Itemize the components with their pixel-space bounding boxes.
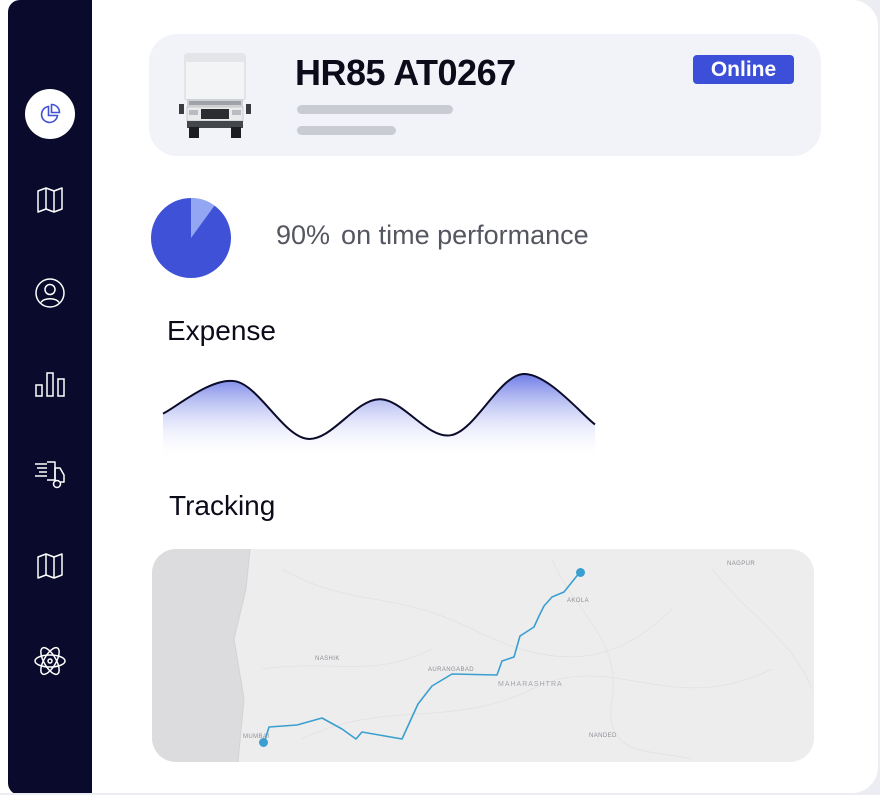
atom-icon bbox=[33, 644, 67, 678]
performance-pie bbox=[151, 198, 231, 278]
map-canvas bbox=[152, 549, 813, 762]
map-label-nashik: NASHIK bbox=[315, 656, 340, 662]
vehicle-plate: HR85 AT0267 bbox=[295, 52, 516, 93]
active-indicator bbox=[25, 89, 75, 139]
map-label-akola: AKOLA bbox=[567, 598, 590, 604]
bar-chart-icon bbox=[34, 370, 66, 398]
delivery-truck-icon bbox=[33, 458, 67, 490]
truck-image bbox=[179, 52, 251, 143]
expense-title: Expense bbox=[167, 315, 276, 346]
tracking-title: Tracking bbox=[169, 490, 276, 521]
vehicle-card[interactable]: HR85 AT0267 Online bbox=[149, 34, 821, 156]
route-end-marker[interactable] bbox=[576, 568, 585, 577]
sidebar-item-reports[interactable] bbox=[8, 356, 92, 412]
map-label-maharashtra: MAHARASHTRA bbox=[498, 681, 563, 688]
placeholder-line bbox=[297, 105, 453, 114]
performance-value: 90% bbox=[276, 220, 331, 250]
performance-label: on time performance bbox=[341, 220, 589, 250]
placeholder-line bbox=[297, 126, 396, 135]
performance-summary: 90% on time performance bbox=[276, 220, 589, 251]
map-label-nagpur: NAGPUR bbox=[727, 561, 756, 567]
user-icon bbox=[34, 277, 66, 309]
map-label-nanded: NANDED bbox=[589, 733, 617, 739]
sidebar bbox=[8, 0, 92, 793]
status-badge: Online bbox=[693, 55, 794, 84]
sidebar-item-logbook[interactable] bbox=[8, 538, 92, 594]
sidebar-item-dashboard[interactable] bbox=[8, 86, 92, 142]
expense-area bbox=[163, 373, 595, 460]
route-path bbox=[263, 571, 581, 744]
expense-chart bbox=[162, 372, 596, 460]
tracking-map[interactable]: NAGPUR AKOLA NASHIK AURANGABAD MAHARASHT… bbox=[152, 549, 814, 762]
map-label-aurangabad: AURANGABAD bbox=[428, 667, 475, 673]
sidebar-item-profile[interactable] bbox=[8, 265, 92, 321]
map-label-mumbai: MUMBAI bbox=[243, 734, 270, 740]
sidebar-item-map[interactable] bbox=[8, 172, 92, 228]
sidebar-item-integrations[interactable] bbox=[8, 633, 92, 689]
book-icon bbox=[35, 551, 65, 581]
sidebar-item-deliveries[interactable] bbox=[8, 446, 92, 502]
map-book-icon bbox=[35, 185, 65, 215]
app-frame: HR85 AT0267 Online 90% on time performanc… bbox=[0, 0, 878, 793]
pie-chart-icon bbox=[38, 102, 62, 126]
